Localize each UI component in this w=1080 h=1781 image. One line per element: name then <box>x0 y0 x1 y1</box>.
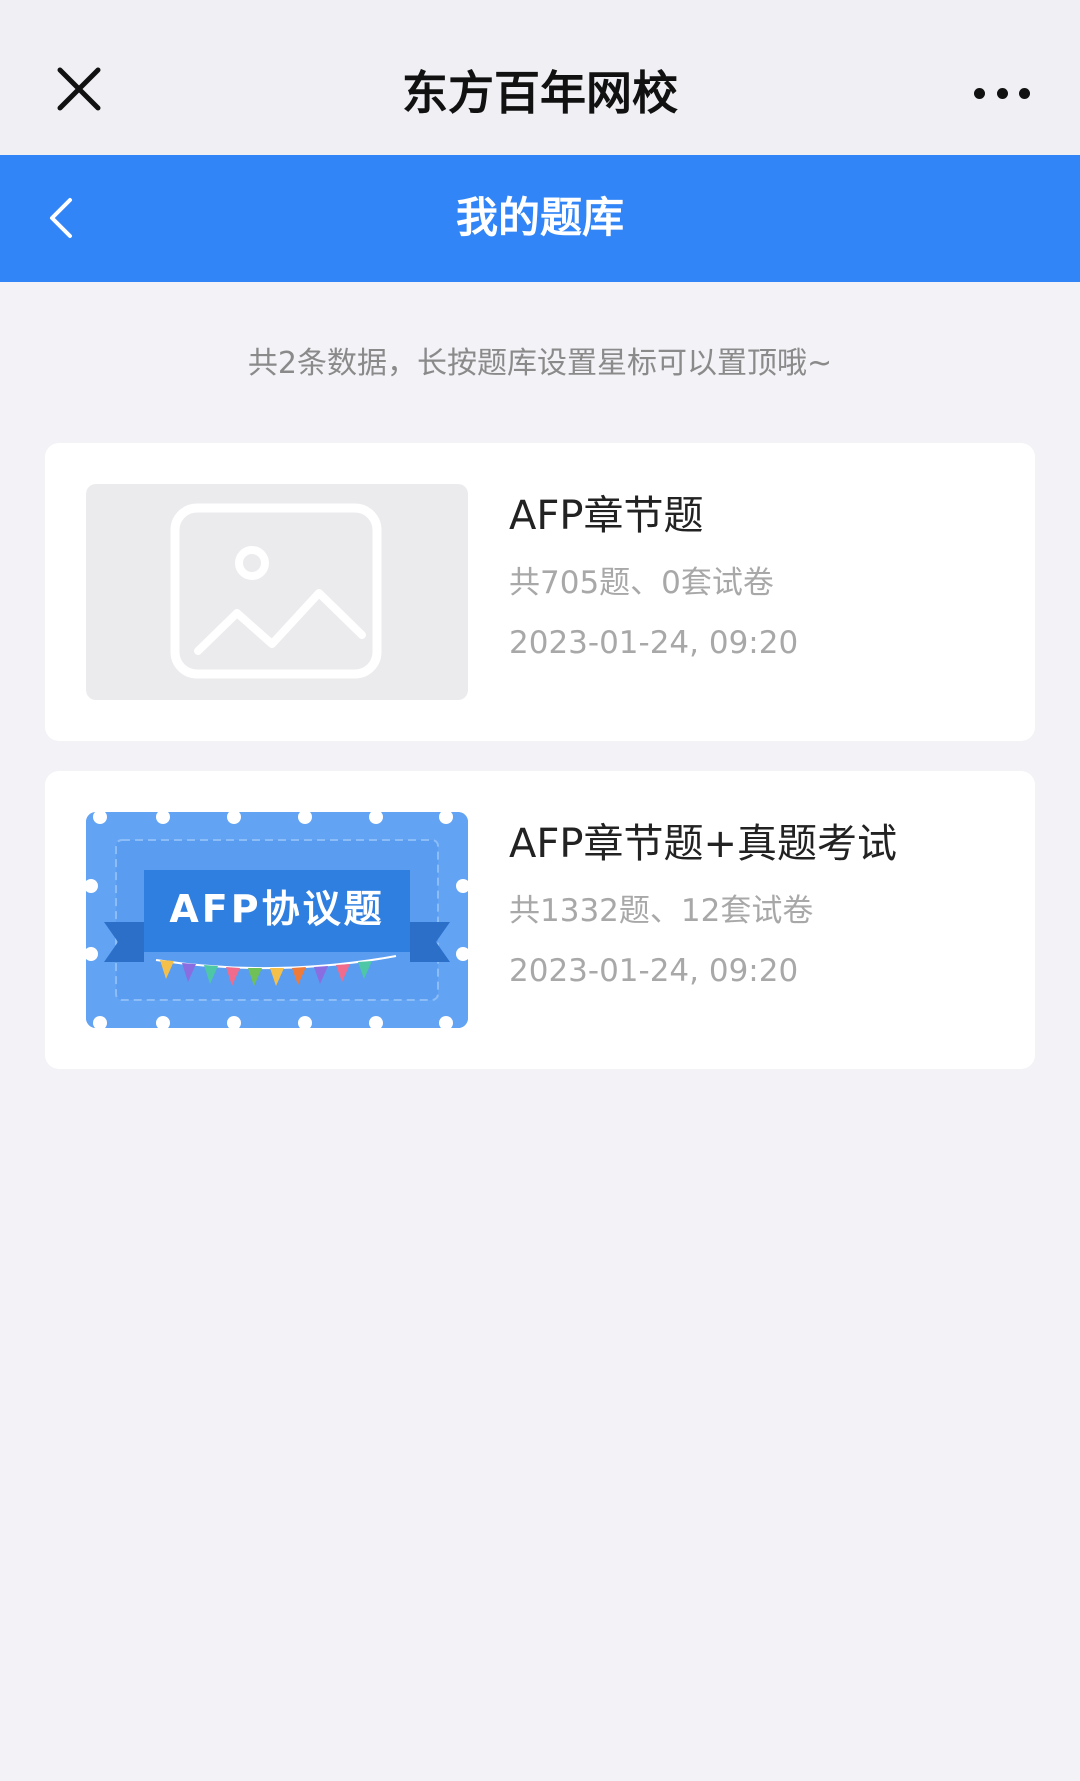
more-button[interactable] <box>974 80 1030 106</box>
card-title: AFP章节题+真题考试 <box>509 821 898 867</box>
card-thumbnail: AFP协议题 <box>86 812 468 1028</box>
page-title: 我的题库 <box>455 193 624 242</box>
card-stats: 共705题、0套试卷 <box>509 565 774 601</box>
more-icon <box>974 87 985 99</box>
banner-text: AFP协议题 <box>169 887 385 931</box>
app-title: 东方百年网校 <box>402 66 678 120</box>
hint-text: 共2条数据，长按题库设置星标可以置顶哦~ <box>247 346 833 381</box>
card-title: AFP章节题 <box>509 493 704 539</box>
card-date: 2023-01-24, 09:20 <box>509 625 799 661</box>
window-titlebar: 东方百年网校 <box>0 0 1080 155</box>
card-date: 2023-01-24, 09:20 <box>509 953 799 989</box>
card-thumbnail <box>86 484 468 700</box>
question-bank-card[interactable]: AFP章节题 共705题、0套试卷 2023-01-24, 09:20 <box>45 443 1035 741</box>
image-placeholder-icon <box>170 503 382 679</box>
nav-bar: 我的题库 <box>0 155 1080 282</box>
question-bank-card[interactable]: AFP协议题 AFP章节题+真题考试 共1332题、12套试卷 2023-01-… <box>45 771 1035 1069</box>
card-stats: 共1332题、12套试卷 <box>509 893 814 929</box>
